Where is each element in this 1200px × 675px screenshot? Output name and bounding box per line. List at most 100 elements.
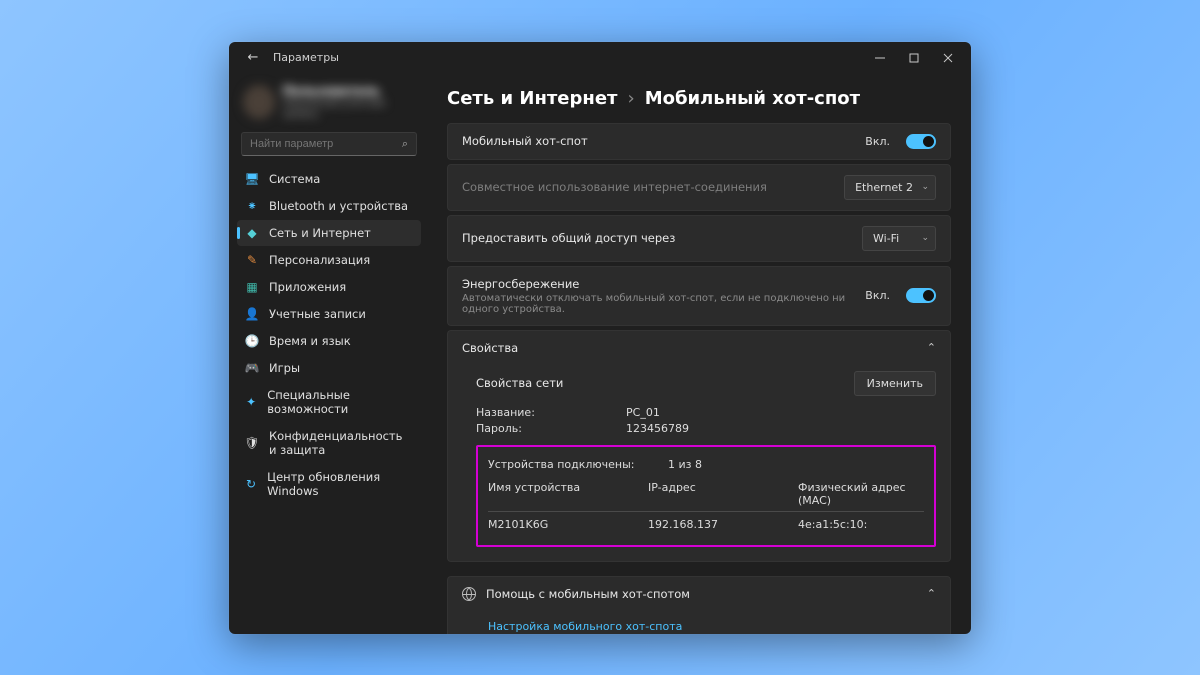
breadcrumb-current: Мобильный хот-спот bbox=[645, 88, 860, 109]
nav-label: Конфиденциальность и защита bbox=[269, 429, 413, 457]
device-row: M2101K6G192.168.1374e:a1:5c:10: bbox=[488, 512, 924, 537]
pass-value: 123456789 bbox=[626, 422, 689, 435]
row-hotspot[interactable]: Мобильный хот-спот Вкл. bbox=[447, 123, 951, 160]
profile-name: Пользователь bbox=[283, 84, 415, 98]
breadcrumb: Сеть и Интернет › Мобильный хот-спот bbox=[447, 88, 951, 109]
row-share-connection: Совместное использование интернет-соедин… bbox=[447, 164, 951, 211]
nav-label: Bluetooth и устройства bbox=[269, 199, 408, 213]
nav-label: Специальные возможности bbox=[267, 388, 413, 416]
nav-icon: ▦ bbox=[245, 280, 259, 294]
search-box[interactable]: ⌕ bbox=[241, 132, 417, 156]
nav-icon: ⁕ bbox=[245, 199, 259, 213]
properties-label: Свойства bbox=[462, 341, 927, 355]
nav-icon: 🎮 bbox=[245, 361, 259, 375]
col-device-name: Имя устройства bbox=[488, 481, 648, 507]
share-label: Совместное использование интернет-соедин… bbox=[462, 180, 832, 194]
settings-window: ← Параметры Пользователь Локальная учетн… bbox=[229, 42, 971, 634]
power-state: Вкл. bbox=[865, 289, 890, 302]
nav-label: Центр обновления Windows bbox=[267, 470, 413, 498]
nav-label: Игры bbox=[269, 361, 300, 375]
nav-icon: ✎ bbox=[245, 253, 259, 267]
sidebar-item-9[interactable]: 🛡 Конфиденциальность и защита bbox=[237, 423, 421, 463]
breadcrumb-parent[interactable]: Сеть и Интернет bbox=[447, 88, 617, 109]
row-properties: Свойства ⌃ Свойства сети Изменить Назван… bbox=[447, 330, 951, 562]
share-dropdown[interactable]: Ethernet 2 ⌄ bbox=[844, 175, 936, 200]
nav-label: Время и язык bbox=[269, 334, 351, 348]
search-icon: ⌕ bbox=[402, 137, 408, 151]
row-share-over: Предоставить общий доступ через Wi-Fi ⌄ bbox=[447, 215, 951, 262]
nav-icon: 🕒 bbox=[245, 334, 259, 348]
globe-icon bbox=[462, 587, 476, 601]
over-value: Wi-Fi bbox=[873, 232, 899, 245]
power-sub: Автоматически отключать мобильный хот-сп… bbox=[462, 293, 853, 315]
nav-icon: 🛡 bbox=[245, 436, 259, 450]
app-title: Параметры bbox=[273, 51, 339, 64]
properties-header[interactable]: Свойства ⌃ bbox=[448, 331, 950, 365]
connected-value: 1 из 8 bbox=[668, 458, 702, 471]
profile-sub: Локальная учетная запись bbox=[283, 98, 415, 120]
sidebar-item-0[interactable]: 🖥 Система bbox=[237, 166, 421, 192]
sidebar-item-1[interactable]: ⁕ Bluetooth и устройства bbox=[237, 193, 421, 219]
nav-label: Приложения bbox=[269, 280, 346, 294]
nav-icon: 🖥 bbox=[245, 172, 259, 186]
sidebar-item-6[interactable]: 🕒 Время и язык bbox=[237, 328, 421, 354]
back-button[interactable]: ← bbox=[241, 50, 265, 65]
sidebar: Пользователь Локальная учетная запись ⌕ … bbox=[229, 74, 429, 634]
row-help: Помощь с мобильным хот-спотом ⌃ Настройк… bbox=[447, 576, 951, 634]
profile-block[interactable]: Пользователь Локальная учетная запись bbox=[237, 80, 421, 132]
main-pane: Сеть и Интернет › Мобильный хот-спот Моб… bbox=[429, 74, 971, 634]
sidebar-item-5[interactable]: 👤 Учетные записи bbox=[237, 301, 421, 327]
name-key: Название: bbox=[476, 406, 586, 419]
over-label: Предоставить общий доступ через bbox=[462, 231, 850, 245]
share-value: Ethernet 2 bbox=[855, 181, 913, 194]
dev-mac: 4e:a1:5c:10: bbox=[798, 518, 924, 531]
hotspot-label: Мобильный хот-спот bbox=[462, 134, 853, 148]
chevron-up-icon: ⌃ bbox=[927, 587, 936, 600]
nav-label: Сеть и Интернет bbox=[269, 226, 371, 240]
power-toggle[interactable] bbox=[906, 288, 936, 303]
hotspot-toggle[interactable] bbox=[906, 134, 936, 149]
chevron-up-icon: ⌃ bbox=[927, 341, 936, 354]
maximize-button[interactable] bbox=[897, 44, 931, 72]
devices-highlight: Устройства подключены: 1 из 8 Имя устрой… bbox=[476, 445, 936, 547]
nav-label: Учетные записи bbox=[269, 307, 366, 321]
pass-key: Пароль: bbox=[476, 422, 586, 435]
nav-icon: 👤 bbox=[245, 307, 259, 321]
net-props-title: Свойства сети bbox=[476, 376, 854, 390]
minimize-button[interactable] bbox=[863, 44, 897, 72]
connected-key: Устройства подключены: bbox=[488, 458, 638, 471]
row-power-saving[interactable]: Энергосбережение Автоматически отключать… bbox=[447, 266, 951, 326]
search-input[interactable] bbox=[250, 138, 402, 150]
col-ip: IP-адрес bbox=[648, 481, 798, 507]
avatar bbox=[243, 85, 275, 119]
name-value: PC_01 bbox=[626, 406, 660, 419]
devices-table: Имя устройства IP-адрес Физический адрес… bbox=[488, 477, 924, 537]
titlebar: ← Параметры bbox=[229, 42, 971, 74]
over-dropdown[interactable]: Wi-Fi ⌄ bbox=[862, 226, 936, 251]
breadcrumb-sep: › bbox=[627, 88, 634, 109]
sidebar-item-3[interactable]: ✎ Персонализация bbox=[237, 247, 421, 273]
nav-icon: ✦ bbox=[245, 395, 257, 409]
help-link[interactable]: Настройка мобильного хот-спота bbox=[488, 620, 682, 633]
sidebar-item-10[interactable]: ↻ Центр обновления Windows bbox=[237, 464, 421, 504]
dev-name: M2101K6G bbox=[488, 518, 648, 531]
col-mac: Физический адрес (MAC) bbox=[798, 481, 924, 507]
dev-ip: 192.168.137 bbox=[648, 518, 798, 531]
chevron-down-icon: ⌄ bbox=[921, 233, 929, 243]
nav-icon: ↻ bbox=[245, 477, 257, 491]
help-header[interactable]: Помощь с мобильным хот-спотом ⌃ bbox=[448, 577, 950, 611]
edit-button[interactable]: Изменить bbox=[854, 371, 936, 396]
power-label: Энергосбережение bbox=[462, 277, 853, 291]
help-title: Помощь с мобильным хот-спотом bbox=[486, 587, 917, 601]
nav-label: Персонализация bbox=[269, 253, 370, 267]
nav-icon: ◆ bbox=[245, 226, 259, 240]
sidebar-item-4[interactable]: ▦ Приложения bbox=[237, 274, 421, 300]
hotspot-state: Вкл. bbox=[865, 135, 890, 148]
close-button[interactable] bbox=[931, 44, 965, 72]
chevron-down-icon: ⌄ bbox=[921, 182, 929, 192]
sidebar-item-2[interactable]: ◆ Сеть и Интернет bbox=[237, 220, 421, 246]
sidebar-item-7[interactable]: 🎮 Игры bbox=[237, 355, 421, 381]
sidebar-item-8[interactable]: ✦ Специальные возможности bbox=[237, 382, 421, 422]
nav-label: Система bbox=[269, 172, 320, 186]
nav-list: 🖥 Система ⁕ Bluetooth и устройства ◆ Сеть и И… bbox=[237, 166, 421, 504]
